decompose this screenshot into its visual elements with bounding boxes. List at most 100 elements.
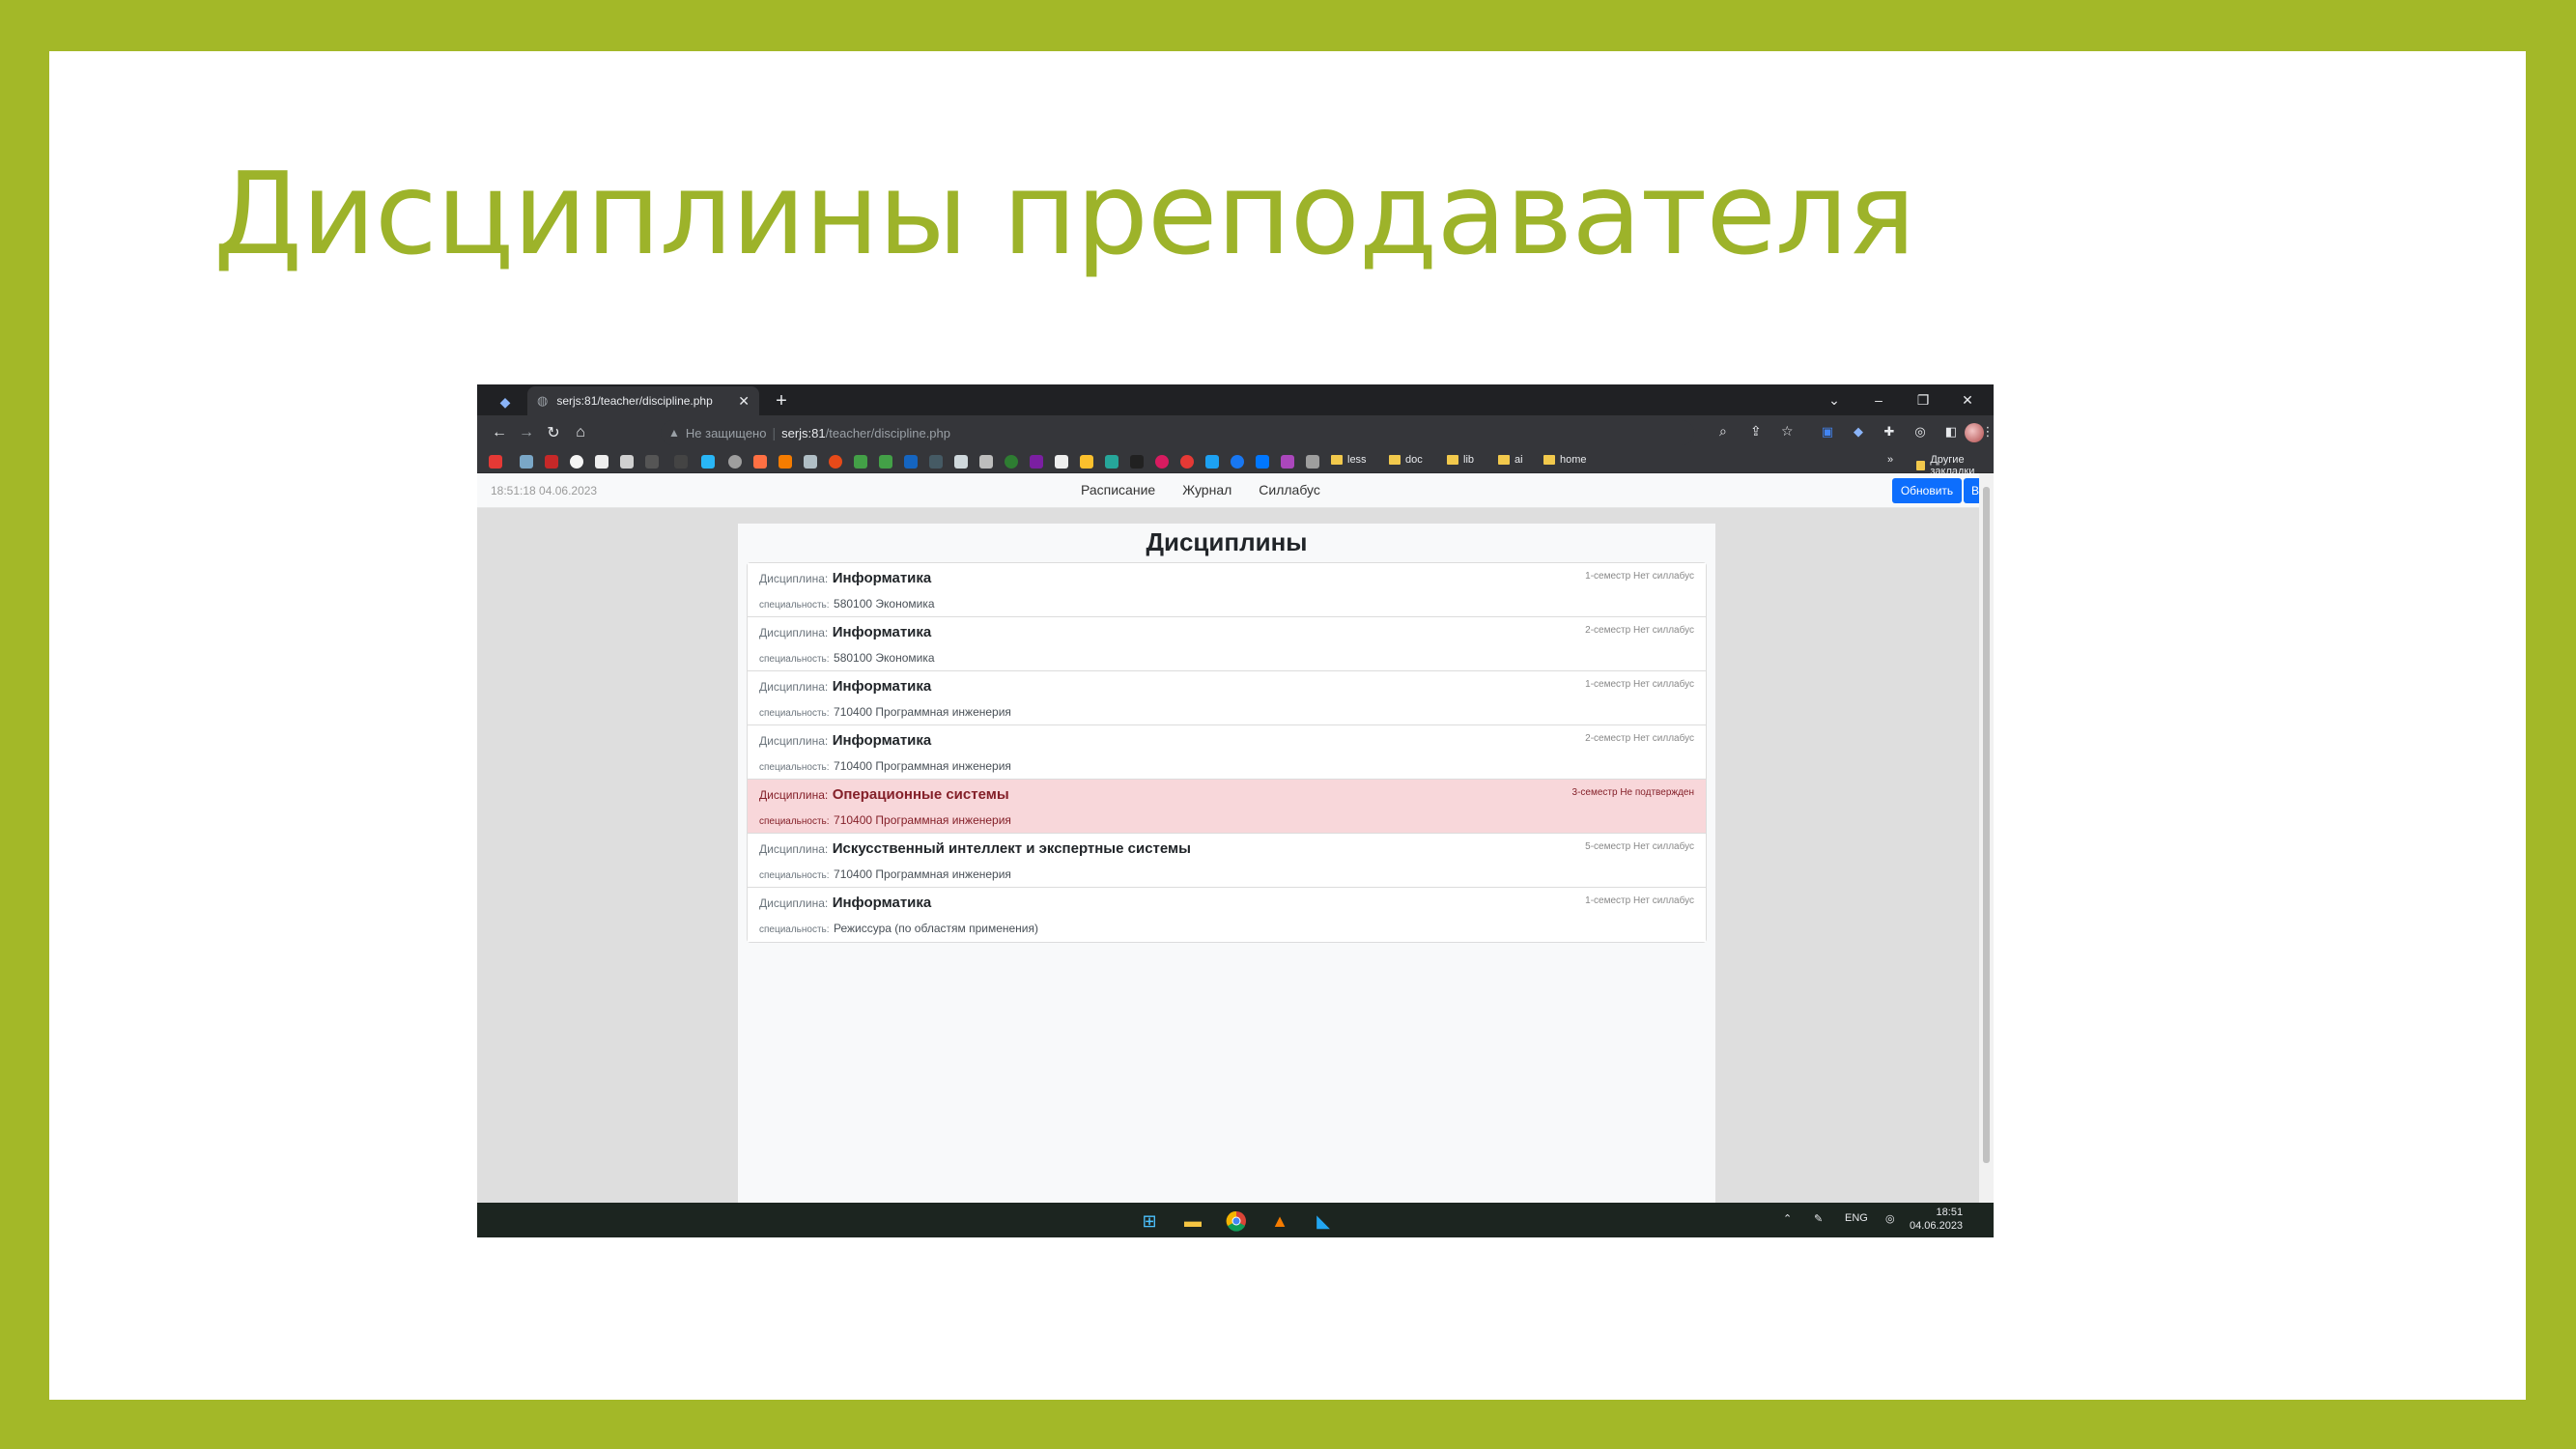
vlc-icon[interactable]: ▲ <box>1267 1208 1292 1234</box>
home-icon[interactable]: ⌂ <box>570 422 591 443</box>
refresh-button[interactable]: Обновить <box>1892 478 1962 503</box>
scrollbar-thumb[interactable] <box>1983 487 1990 1163</box>
discipline-name: Информатика <box>832 895 932 911</box>
medium-icon[interactable] <box>595 455 609 469</box>
bookmarks-bar: less doc lib ai home » Другие закладки <box>477 450 1994 477</box>
bookmark-icon[interactable] <box>954 455 968 469</box>
discipline-name: Информатика <box>832 678 932 695</box>
pinned-tab-icon[interactable]: ◆ <box>487 388 524 415</box>
more-bookmarks[interactable]: » <box>1887 454 1893 466</box>
list-item[interactable]: Дисциплина: Информатика специальность: 5… <box>748 563 1706 617</box>
chrome-icon[interactable] <box>1224 1208 1249 1234</box>
insecure-label: Не защищено <box>685 425 767 440</box>
file-explorer-icon[interactable]: ▬ <box>1180 1208 1205 1234</box>
bookmark-folder[interactable]: doc <box>1389 454 1423 466</box>
tray-chevron-icon[interactable]: ⌃ <box>1783 1212 1792 1225</box>
list-item[interactable]: Дисциплина: Искусственный интеллект и эк… <box>748 834 1706 888</box>
discipline-label: Дисциплина: <box>759 734 829 748</box>
bookmark-icon[interactable] <box>879 455 892 469</box>
bookmark-icon[interactable] <box>620 455 634 469</box>
youtube-icon[interactable] <box>489 455 502 469</box>
nav-schedule[interactable]: Расписание <box>1081 482 1155 497</box>
tiktok-icon[interactable] <box>1130 455 1144 469</box>
close-window-icon[interactable]: ✕ <box>1945 384 1990 415</box>
star-icon[interactable]: ☆ <box>1781 423 1794 440</box>
list-item[interactable]: Дисциплина: Информатика специальность: 5… <box>748 617 1706 671</box>
facebook-icon[interactable] <box>1231 455 1244 469</box>
forward-icon[interactable]: → <box>516 422 537 443</box>
specialty-value: Режиссура (по областям применения) <box>834 922 1038 935</box>
bookmark-icon[interactable] <box>1055 455 1068 469</box>
bookmark-icon[interactable] <box>674 455 688 469</box>
bookmark-icon[interactable] <box>829 455 842 469</box>
side-panel-icon[interactable]: ◧ <box>1941 422 1961 441</box>
pen-icon[interactable]: ✎ <box>1814 1212 1823 1225</box>
scrollbar[interactable] <box>1979 473 1994 1203</box>
dev-icon[interactable] <box>645 455 659 469</box>
specialty-label: специальность: <box>759 816 830 827</box>
bookmark-icon[interactable] <box>929 455 943 469</box>
bookmark-icon[interactable] <box>904 455 918 469</box>
bookmark-icon[interactable] <box>1105 455 1118 469</box>
back-icon[interactable]: ← <box>489 422 510 443</box>
pinterest-icon[interactable] <box>1180 455 1194 469</box>
bookmark-icon[interactable] <box>753 455 767 469</box>
bookmark-icon[interactable] <box>545 455 558 469</box>
menu-icon[interactable]: ⋮ <box>1982 422 1995 441</box>
bookmark-folder[interactable]: lib <box>1447 454 1474 466</box>
list-item[interactable]: Дисциплина: Информатика специальность: 7… <box>748 671 1706 725</box>
semester-status: 1-семестр Нет силлабус <box>1585 895 1694 906</box>
bookmark-icon[interactable] <box>728 455 742 469</box>
bookmark-icon[interactable] <box>1005 455 1018 469</box>
windows-start-icon[interactable]: ⊞ <box>1137 1208 1162 1234</box>
bookmark-icon[interactable] <box>778 455 792 469</box>
semester-status: 2-семестр Нет силлабус <box>1585 733 1694 744</box>
restore-icon[interactable]: ❐ <box>1901 384 1945 415</box>
tab-search-icon[interactable]: ⌄ <box>1812 384 1856 415</box>
tray-date: 04.06.2023 <box>1910 1220 1964 1232</box>
list-item[interactable]: Дисциплина: Информатика специальность: 7… <box>748 725 1706 780</box>
vk-icon[interactable] <box>1256 455 1269 469</box>
specialty-value: 580100 Экономика <box>834 597 935 611</box>
zoom-icon[interactable]: ⌕ <box>1719 423 1727 440</box>
github-icon[interactable] <box>570 455 583 469</box>
tab-close-icon[interactable]: ✕ <box>738 393 750 410</box>
network-icon[interactable]: ◎ <box>1885 1212 1895 1225</box>
specialty-label: специальность: <box>759 924 830 935</box>
bookmark-icon[interactable] <box>1030 455 1043 469</box>
vscode-icon[interactable]: ◣ <box>1311 1208 1336 1234</box>
sync-icon[interactable]: ◎ <box>1911 422 1930 441</box>
bookmark-icon[interactable] <box>701 455 715 469</box>
bookmark-icon[interactable] <box>520 455 533 469</box>
tray-clock[interactable]: 18:51 04.06.2023 <box>1910 1206 1963 1233</box>
bookmark-icon[interactable] <box>1080 455 1093 469</box>
bookmark-icon[interactable] <box>979 455 993 469</box>
bookmark-icon[interactable] <box>1306 455 1319 469</box>
new-tab-button[interactable]: + <box>769 388 794 413</box>
bookmark-icon[interactable] <box>804 455 817 469</box>
extension-icon[interactable]: ◆ <box>1849 422 1868 441</box>
bookmark-folder[interactable]: less <box>1331 454 1367 466</box>
list-item[interactable]: Дисциплина: Информатика специальность: Р… <box>748 888 1706 942</box>
discipline-name: Информатика <box>832 624 932 640</box>
bookmark-folder[interactable]: ai <box>1498 454 1523 466</box>
reload-icon[interactable]: ↻ <box>543 422 564 443</box>
bookmark-icon[interactable] <box>1281 455 1294 469</box>
share-icon[interactable]: ⇪ <box>1750 423 1762 440</box>
list-item-highlighted[interactable]: Дисциплина: Операционные системы специал… <box>748 780 1706 834</box>
minimize-icon[interactable]: – <box>1856 384 1901 415</box>
bookmark-icon[interactable] <box>854 455 867 469</box>
semester-status: 1-семестр Нет силлабус <box>1585 571 1694 582</box>
translate-icon[interactable]: ▣ <box>1818 422 1837 441</box>
twitter-icon[interactable] <box>1205 455 1219 469</box>
specialty-label: специальность: <box>759 654 830 665</box>
language-indicator[interactable]: ENG <box>1845 1212 1868 1224</box>
puzzle-icon[interactable]: ✚ <box>1880 422 1899 441</box>
nav-syllabus[interactable]: Силлабус <box>1259 482 1320 497</box>
discipline-label: Дисциплина: <box>759 896 829 910</box>
address-bar[interactable]: ▲ Не защищено | serjs:81 /teacher/discip… <box>661 420 1694 445</box>
bookmark-folder[interactable]: home <box>1543 454 1587 466</box>
active-tab[interactable]: ◍ serjs:81/teacher/discipline.php ✕ <box>527 386 759 415</box>
nav-journal[interactable]: Журнал <box>1182 482 1231 497</box>
instagram-icon[interactable] <box>1155 455 1169 469</box>
